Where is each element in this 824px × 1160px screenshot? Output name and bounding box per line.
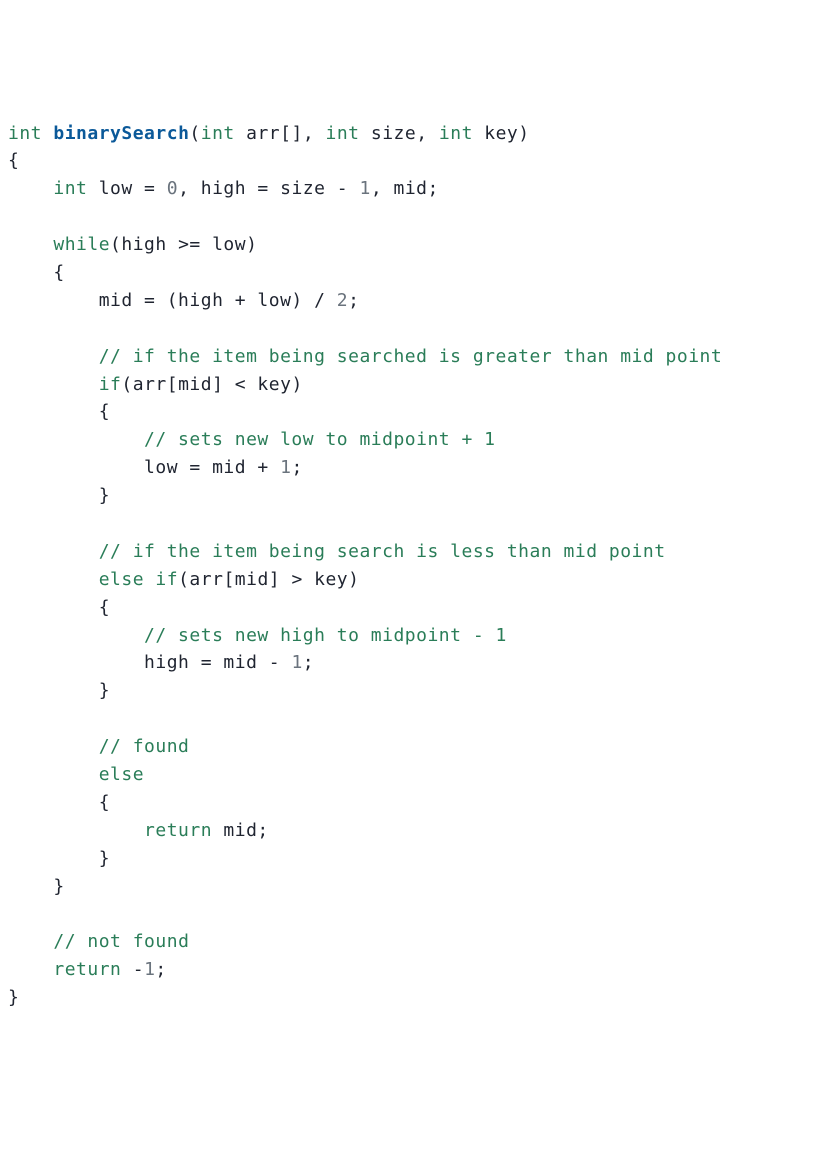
brace-open: { [8, 150, 19, 171]
code-line: // if the item being searched is greater… [8, 346, 722, 367]
param-size: size [360, 123, 417, 144]
code-line: // sets new high to midpoint - 1 [8, 625, 507, 646]
comment: // sets new low to midpoint + 1 [144, 429, 495, 450]
keyword-while: while [53, 234, 110, 255]
code-line: return -1; [8, 959, 167, 980]
function-name: binarySearch [53, 123, 189, 144]
brace-close: } [8, 987, 19, 1008]
comma: , [303, 123, 326, 144]
number-literal: 1 [291, 652, 302, 673]
code-line: // if the item being search is less than… [8, 541, 666, 562]
code-line: high = mid - 1; [8, 652, 314, 673]
comment: // if the item being searched is greater… [99, 346, 723, 367]
keyword-int: int [8, 123, 42, 144]
code-block: int binarySearch(int arr[], int size, in… [8, 120, 816, 1013]
comment: // not found [53, 931, 189, 952]
code-line: else if(arr[mid] > key) [8, 569, 359, 590]
keyword-int: int [53, 178, 87, 199]
code-line: { [8, 792, 110, 813]
keyword-int: int [439, 123, 473, 144]
comment: // if the item being search is less than… [99, 541, 666, 562]
number-literal: 2 [337, 290, 348, 311]
code-line: low = mid + 1; [8, 457, 303, 478]
paren-close: ) [518, 123, 529, 144]
code-line: { [8, 150, 19, 171]
paren-open: ( [189, 123, 200, 144]
code-line: int low = 0, high = size - 1, mid; [8, 178, 439, 199]
code-line: } [8, 876, 65, 897]
number-literal: 1 [144, 959, 155, 980]
keyword-int: int [326, 123, 360, 144]
code-line: } [8, 848, 110, 869]
code-line: if(arr[mid] < key) [8, 374, 303, 395]
keyword-else: else [99, 569, 144, 590]
param-arr: arr [235, 123, 280, 144]
keyword-if: if [155, 569, 178, 590]
code-line: } [8, 680, 110, 701]
number-literal: 1 [280, 457, 291, 478]
code-line: else [8, 764, 144, 785]
code-line: // sets new low to midpoint + 1 [8, 429, 496, 450]
code-line: int binarySearch(int arr[], int size, in… [8, 123, 530, 144]
number-literal: 0 [167, 178, 178, 199]
code-line: } [8, 485, 110, 506]
code-line: { [8, 401, 110, 422]
code-line: } [8, 987, 19, 1008]
code-line: return mid; [8, 820, 269, 841]
comment: // found [99, 736, 190, 757]
comma: , [416, 123, 439, 144]
code-line: // found [8, 736, 189, 757]
code-line: // not found [8, 931, 189, 952]
number-literal: 1 [359, 178, 370, 199]
comment: // sets new high to midpoint - 1 [144, 625, 507, 646]
keyword-return: return [53, 959, 121, 980]
keyword-if: if [99, 374, 122, 395]
code-line: while(high >= low) [8, 234, 257, 255]
keyword-int: int [201, 123, 235, 144]
code-line: mid = (high + low) / 2; [8, 290, 359, 311]
keyword-return: return [144, 820, 212, 841]
keyword-else: else [99, 764, 144, 785]
param-key: key [473, 123, 518, 144]
code-line: { [8, 262, 65, 283]
code-line: { [8, 597, 110, 618]
brackets: [] [280, 123, 303, 144]
